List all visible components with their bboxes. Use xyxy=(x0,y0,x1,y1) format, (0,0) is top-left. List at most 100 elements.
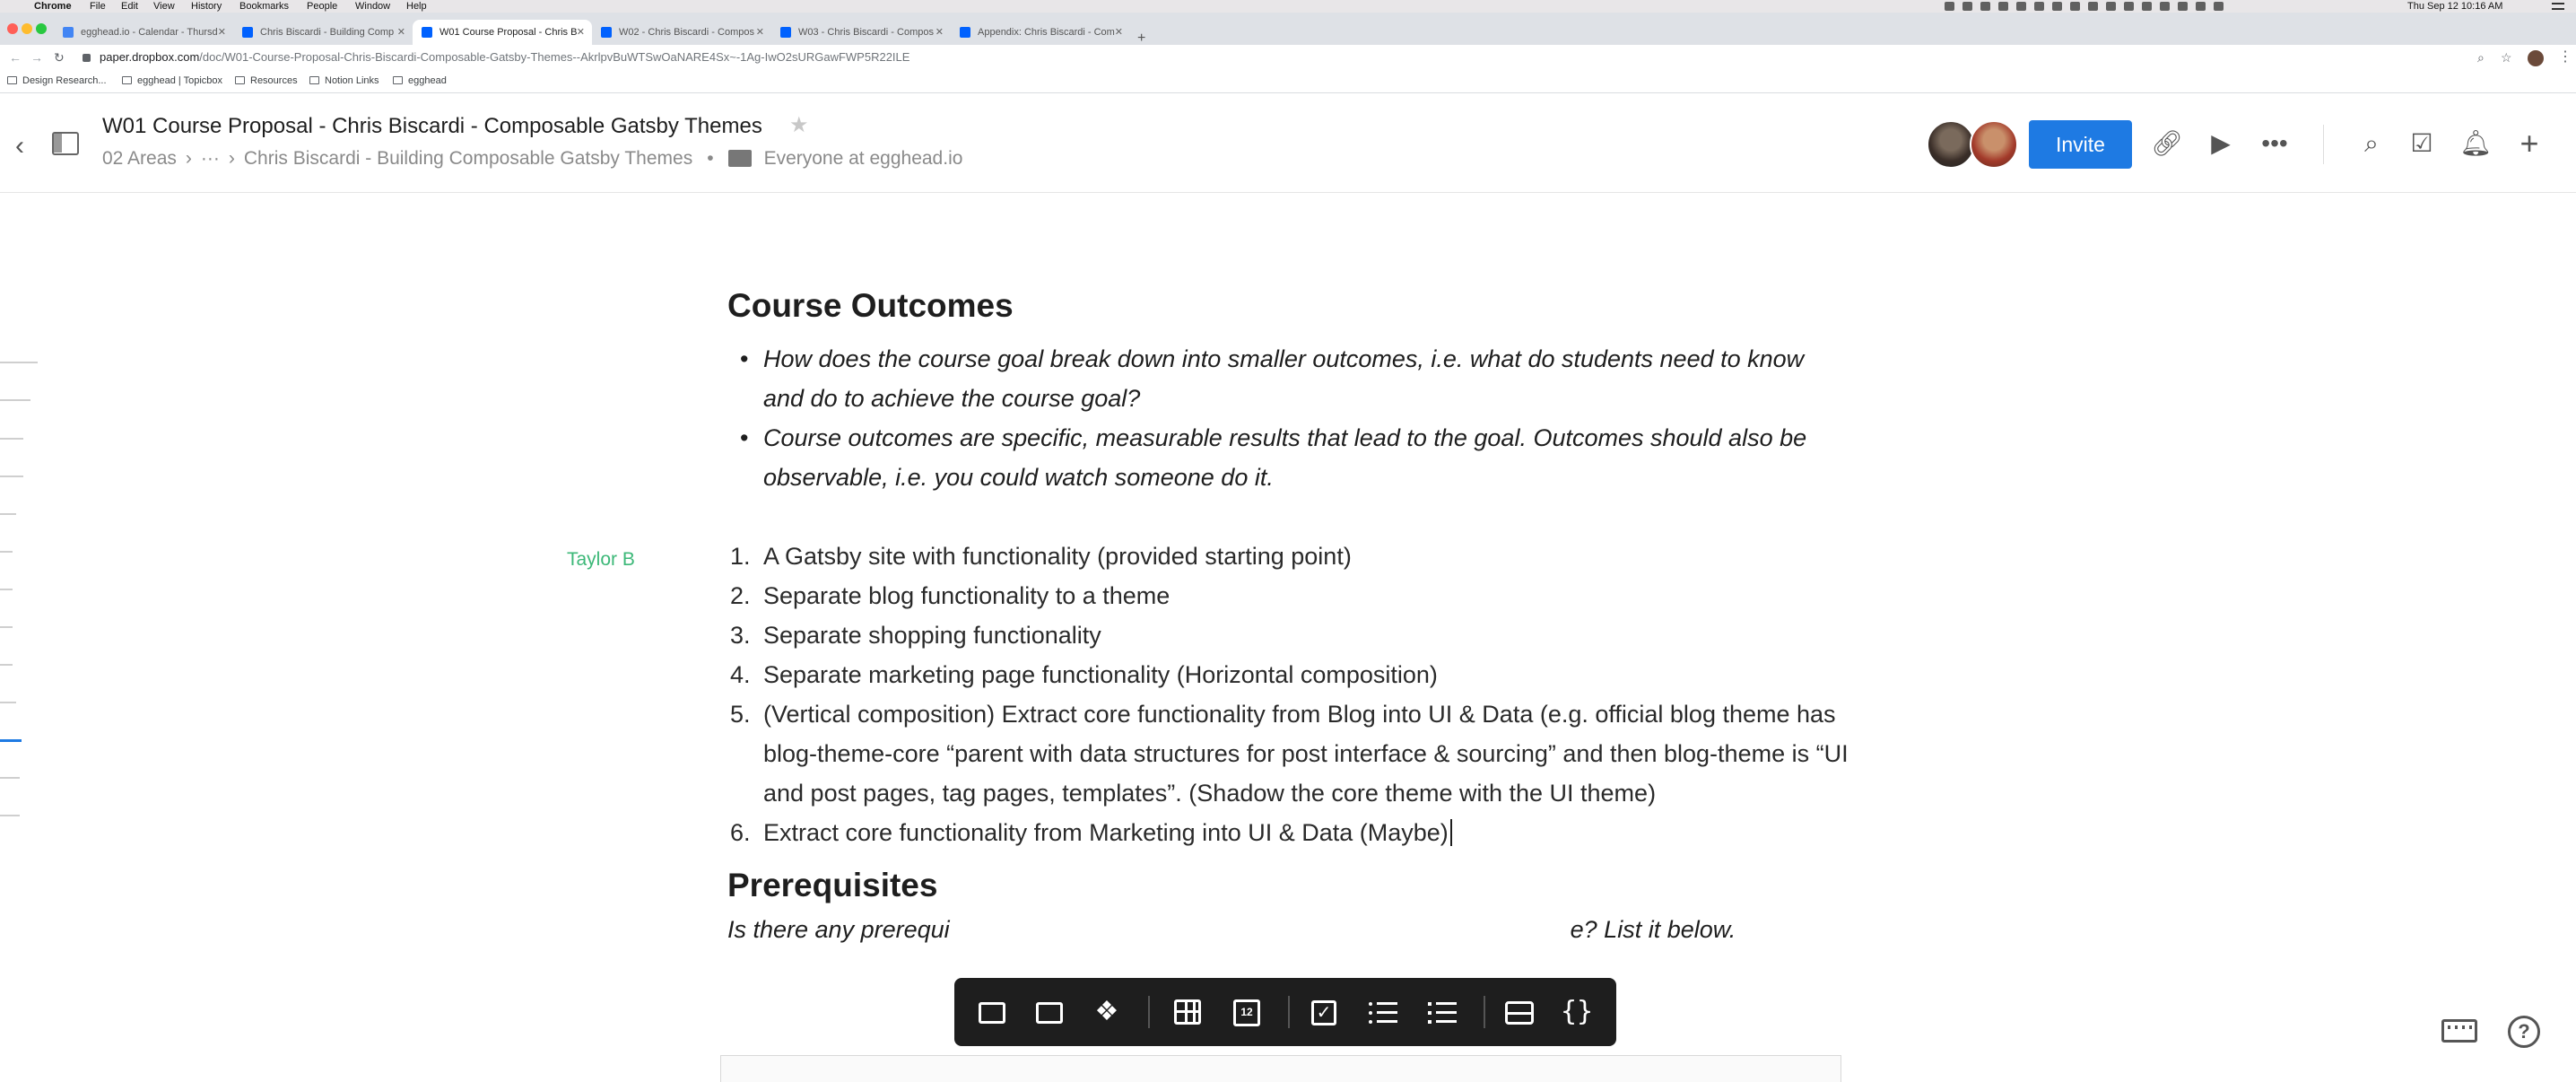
status-icon[interactable] xyxy=(2034,2,2044,11)
checklist-icon[interactable]: ☑ xyxy=(2406,128,2438,159)
menu-bookmarks[interactable]: Bookmarks xyxy=(239,0,289,13)
section-heading[interactable]: Course Outcomes xyxy=(727,287,1849,325)
bookmark-item[interactable]: egghead | Topicbox xyxy=(122,75,222,86)
list-item[interactable]: 1. A Gatsby site with functionality (prov… xyxy=(727,537,1849,576)
reload-icon[interactable]: ↻ xyxy=(54,50,65,65)
insert-code-button[interactable]: {} xyxy=(1559,994,1595,1030)
invite-button[interactable]: Invite xyxy=(2029,120,2132,169)
outline-mark[interactable] xyxy=(0,702,16,703)
status-icon[interactable] xyxy=(1945,2,1954,11)
tab-close-icon[interactable]: ✕ xyxy=(218,20,226,45)
outline-mark[interactable] xyxy=(0,777,20,779)
menu-window[interactable]: Window xyxy=(355,0,390,13)
status-icon[interactable] xyxy=(2070,2,2080,11)
document-body[interactable]: Course Outcomes How does the course goal… xyxy=(727,287,1849,949)
keyboard-shortcuts-icon[interactable] xyxy=(2441,1019,2477,1043)
list-item[interactable]: 5. (Vertical composition) Extract core fu… xyxy=(727,694,1849,813)
tab-close-icon[interactable]: ✕ xyxy=(1115,20,1123,45)
status-icon[interactable] xyxy=(2088,2,2098,11)
tab-close-icon[interactable]: ✕ xyxy=(756,20,764,45)
bookmark-item[interactable]: Design Research... xyxy=(7,75,107,86)
lock-icon[interactable] xyxy=(83,54,91,62)
collaborator-avatar[interactable] xyxy=(1927,120,1975,169)
wifi-icon[interactable] xyxy=(2178,2,2188,11)
browser-tab[interactable]: Appendix: Chris Biscardi - Com ✕ xyxy=(951,20,1130,45)
outline-mark[interactable] xyxy=(0,664,13,666)
outline-mark[interactable] xyxy=(0,399,30,401)
menu-file[interactable]: File xyxy=(90,0,106,13)
battery-icon[interactable] xyxy=(2196,2,2206,11)
link-icon[interactable]: 🔗︎ xyxy=(2151,128,2183,159)
back-arrow-icon[interactable]: ← xyxy=(9,50,22,65)
zoom-icon[interactable]: ⌕ xyxy=(2477,50,2485,65)
outline-mark[interactable] xyxy=(0,362,38,363)
menu-history[interactable]: History xyxy=(191,0,222,13)
bookmark-item[interactable]: egghead xyxy=(393,75,447,86)
notification-center-icon[interactable] xyxy=(2552,3,2564,10)
outline-mark-active[interactable] xyxy=(0,739,22,742)
status-icon[interactable] xyxy=(2106,2,2116,11)
status-icon[interactable] xyxy=(2124,2,2134,11)
menubar-clock[interactable]: Thu Sep 12 10:16 AM xyxy=(2407,0,2502,13)
sidebar-toggle-icon[interactable] xyxy=(52,132,79,155)
breadcrumb-ellipsis[interactable]: ··· xyxy=(201,148,220,169)
outline-mark[interactable] xyxy=(0,589,13,590)
favorite-star-icon[interactable]: ★ xyxy=(789,112,809,138)
status-icon[interactable] xyxy=(1980,2,1990,11)
browser-tab[interactable]: egghead.io - Calendar - Thursd ✕ xyxy=(54,20,233,45)
present-icon[interactable]: ▶︎ xyxy=(2205,128,2237,159)
status-icon[interactable] xyxy=(2160,2,2170,11)
maximize-window-icon[interactable] xyxy=(36,23,47,34)
table-preview[interactable] xyxy=(720,1055,1841,1082)
share-audience[interactable]: Everyone at egghead.io xyxy=(764,148,963,169)
menu-view[interactable]: View xyxy=(153,0,175,13)
browser-tab[interactable]: W02 - Chris Biscardi - Compos ✕ xyxy=(592,20,771,45)
collaborator-avatar[interactable] xyxy=(1970,120,2018,169)
insert-checklist-button[interactable]: ✓ xyxy=(1306,994,1342,1030)
bookmark-item[interactable]: Resources xyxy=(235,75,298,86)
prerequisites-prompt[interactable]: Is there any prerequi e? List it below. xyxy=(727,910,1849,949)
section-heading[interactable]: Prerequisites xyxy=(727,867,1849,904)
insert-date-button[interactable]: 12 xyxy=(1229,994,1265,1030)
browser-tab-active[interactable]: W01 Course Proposal - Chris B ✕ xyxy=(413,20,592,45)
bookmark-star-icon[interactable]: ☆ xyxy=(2501,50,2512,65)
insert-image-button[interactable] xyxy=(974,994,1010,1030)
profile-avatar[interactable] xyxy=(2528,50,2544,66)
list-item[interactable]: 4. Separate marketing page functionality … xyxy=(727,655,1849,694)
menu-people[interactable]: People xyxy=(307,0,337,13)
menu-app-chrome[interactable]: Chrome xyxy=(34,0,72,13)
list-item[interactable]: 2. Separate blog functionality to a theme xyxy=(727,576,1849,615)
more-icon[interactable]: ••• xyxy=(2258,128,2291,159)
menu-edit[interactable]: Edit xyxy=(121,0,138,13)
list-item[interactable]: 6. Extract core functionality from Market… xyxy=(727,813,1849,852)
outline-mark[interactable] xyxy=(0,626,13,628)
insert-numbered-list-button[interactable] xyxy=(1424,994,1460,1030)
address-bar[interactable]: paper.dropbox.com/doc/W01-Course-Proposa… xyxy=(100,50,909,64)
bookmark-item[interactable]: Notion Links xyxy=(309,75,379,86)
list-item[interactable]: 3. Separate shopping functionality xyxy=(727,615,1849,655)
browser-tab[interactable]: Chris Biscardi - Building Comp ✕ xyxy=(233,20,413,45)
outline-mark[interactable] xyxy=(0,476,23,477)
outline-mark[interactable] xyxy=(0,438,23,440)
tab-close-icon[interactable]: ✕ xyxy=(397,20,405,45)
list-item[interactable]: Course outcomes are specific, measurable… xyxy=(727,418,1849,497)
forward-arrow-icon[interactable]: → xyxy=(30,50,43,65)
menu-help[interactable]: Help xyxy=(406,0,427,13)
breadcrumb-area[interactable]: 02 Areas xyxy=(102,148,177,169)
back-chevron-icon[interactable]: ‹ xyxy=(15,133,24,160)
insert-divider-button[interactable] xyxy=(1501,994,1537,1030)
list-item[interactable]: How does the course goal break down into… xyxy=(727,339,1849,418)
tab-close-icon[interactable]: ✕ xyxy=(936,20,944,45)
insert-media-button[interactable] xyxy=(1031,994,1067,1030)
page-title[interactable]: W01 Course Proposal - Chris Biscardi - C… xyxy=(102,114,762,139)
bell-icon[interactable]: 🔔︎ xyxy=(2459,128,2492,159)
help-icon[interactable]: ? xyxy=(2508,1016,2540,1048)
browser-tab[interactable]: W03 - Chris Biscardi - Compos ✕ xyxy=(771,20,951,45)
breadcrumb-folder[interactable]: Chris Biscardi - Building Composable Gat… xyxy=(244,148,692,169)
status-icon[interactable] xyxy=(2052,2,2062,11)
status-icon[interactable] xyxy=(2142,2,2152,11)
insert-bullet-list-button[interactable] xyxy=(1365,994,1401,1030)
add-icon[interactable]: + xyxy=(2513,127,2546,160)
status-icon[interactable] xyxy=(2016,2,2026,11)
tab-close-icon[interactable]: ✕ xyxy=(577,20,585,45)
